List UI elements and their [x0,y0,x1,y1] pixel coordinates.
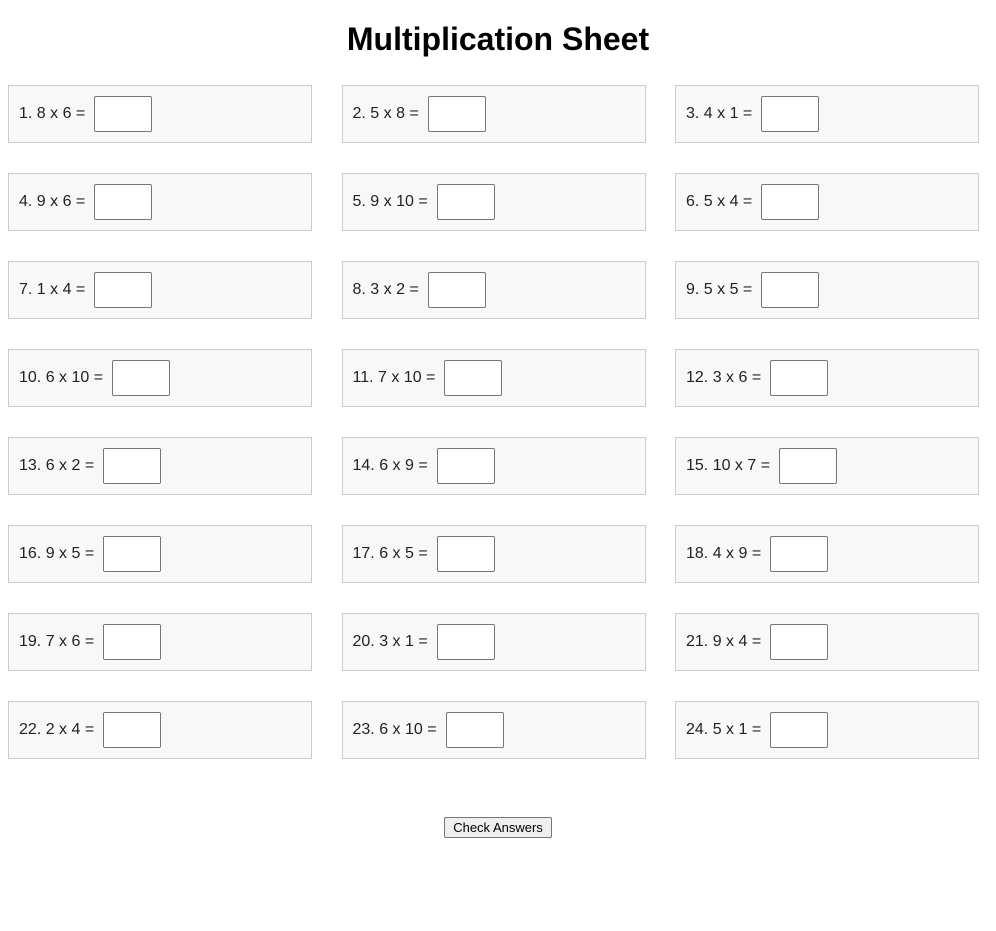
problem-item: 2. 5 x 8 = [341,85,646,143]
answer-input[interactable] [94,272,153,308]
answer-input[interactable] [436,624,495,660]
problem-grid: 1. 8 x 6 = 2. 5 x 8 = 3. 4 x 1 = 4. 9 x 6 =… [8,85,979,759]
answer-input[interactable] [761,272,820,308]
answer-input[interactable] [444,360,503,396]
answer-input[interactable] [779,448,838,484]
answer-input[interactable] [103,624,162,660]
problem-item: 7. 1 x 4 = [8,261,312,319]
problem-item: 19. 7 x 6 = [8,613,312,671]
problem-label: 7. 1 x 4 = [19,281,86,298]
answer-input[interactable] [770,624,829,660]
problem-item: 23. 6 x 10 = [341,701,646,759]
problem-item: 18. 4 x 9 = [675,525,979,583]
problem-label: 14. 6 x 9 = [352,457,428,474]
answer-input[interactable] [103,448,162,484]
problem-item: 21. 9 x 4 = [675,613,979,671]
problem-label: 9. 5 x 5 = [686,281,753,298]
problem-label: 16. 9 x 5 = [19,545,95,562]
problem-label: 13. 6 x 2 = [19,457,95,474]
problem-label: 8. 3 x 2 = [352,281,419,298]
problem-item: 15. 10 x 7 = [675,437,979,495]
problem-label: 2. 5 x 8 = [352,105,419,122]
problem-label: 24. 5 x 1 = [686,721,762,738]
answer-input[interactable] [770,536,829,572]
problem-label: 22. 2 x 4 = [19,721,95,738]
problem-label: 12. 3 x 6 = [686,369,762,386]
problem-label: 21. 9 x 4 = [686,633,762,650]
problem-item: 12. 3 x 6 = [675,349,979,407]
problem-label: 10. 6 x 10 = [19,369,104,386]
problem-item: 8. 3 x 2 = [341,261,646,319]
problem-item: 22. 2 x 4 = [8,701,312,759]
problem-item: 14. 6 x 9 = [341,437,646,495]
answer-input[interactable] [436,184,495,220]
answer-input[interactable] [427,272,486,308]
problem-label: 15. 10 x 7 = [686,457,771,474]
problem-item: 13. 6 x 2 = [8,437,312,495]
problem-item: 5. 9 x 10 = [341,173,646,231]
problem-item: 10. 6 x 10 = [8,349,312,407]
problem-item: 9. 5 x 5 = [675,261,979,319]
answer-input[interactable] [761,184,820,220]
problem-label: 5. 9 x 10 = [352,193,428,210]
problem-item: 11. 7 x 10 = [341,349,646,407]
answer-input[interactable] [103,536,162,572]
page-title: Multiplication Sheet [346,21,650,57]
answer-input[interactable] [103,712,162,748]
problem-label: 23. 6 x 10 = [352,721,437,738]
answer-input[interactable] [94,184,153,220]
problem-label: 4. 9 x 6 = [19,193,86,210]
problem-item: 16. 9 x 5 = [8,525,312,583]
problem-item: 1. 8 x 6 = [8,85,312,143]
problem-label: 3. 4 x 1 = [686,105,753,122]
problem-item: 3. 4 x 1 = [675,85,979,143]
answer-input[interactable] [770,360,829,396]
problem-item: 24. 5 x 1 = [675,701,979,759]
problem-label: 1. 8 x 6 = [19,105,86,122]
answer-input[interactable] [436,448,495,484]
answer-input[interactable] [770,712,829,748]
problem-item: 17. 6 x 5 = [341,525,646,583]
problem-item: 20. 3 x 1 = [341,613,646,671]
answer-input[interactable] [427,96,486,132]
answer-input[interactable] [445,712,504,748]
problem-label: 11. 7 x 10 = [352,369,436,386]
problem-item: 4. 9 x 6 = [8,173,312,231]
answer-input[interactable] [761,96,820,132]
problem-label: 17. 6 x 5 = [352,545,428,562]
answer-input[interactable] [94,96,153,132]
answer-input[interactable] [436,536,495,572]
problem-label: 19. 7 x 6 = [19,633,95,650]
answer-input[interactable] [112,360,171,396]
problem-item: 6. 5 x 4 = [675,173,979,231]
problem-label: 20. 3 x 1 = [352,633,428,650]
problem-label: 6. 5 x 4 = [686,193,753,210]
check-answers-button[interactable]: Check Answers [444,817,552,838]
problem-label: 18. 4 x 9 = [686,545,762,562]
